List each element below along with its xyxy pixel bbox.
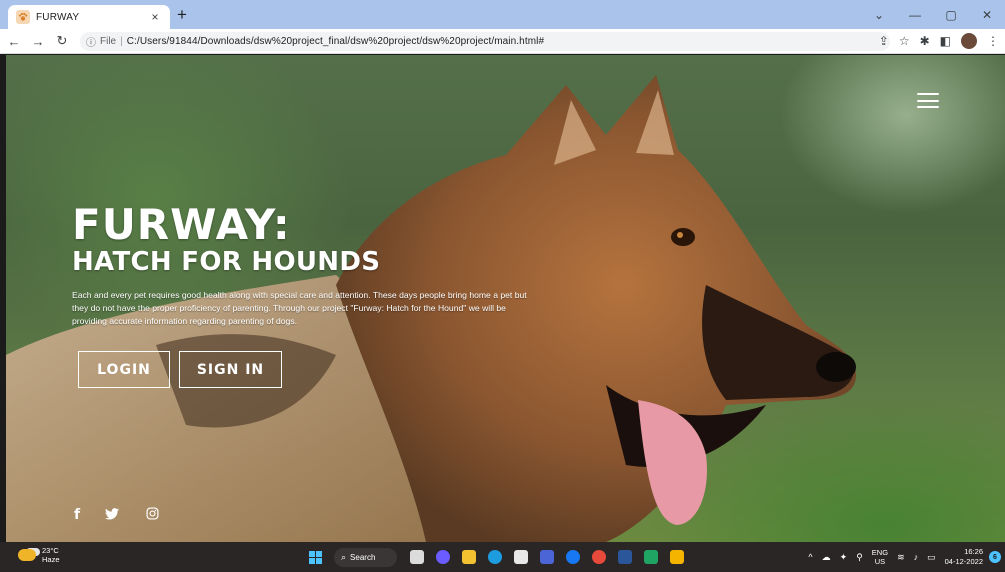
windows-taskbar: 23°C Haze ⌕ Search ^ ☁ ✦ ⚲ ENG US ≋ ♪ ▭ …: [0, 542, 1005, 572]
wifi-icon[interactable]: ≋: [897, 552, 905, 563]
taskbar-search-label: Search: [350, 553, 376, 562]
close-window-icon[interactable]: ✕: [969, 8, 1005, 22]
window-controls: ⌄ — ▢ ✕: [861, 0, 1005, 29]
profile-avatar[interactable]: [961, 33, 977, 49]
browser-menu-icon[interactable]: ⋮: [987, 34, 999, 48]
battery-icon[interactable]: ▭: [927, 552, 936, 563]
twitter-icon[interactable]: [105, 507, 119, 523]
toolbar-actions: ⇪ ☆ ✱ ◧ ⋮: [879, 33, 999, 49]
weather-sun-cloud-icon: [18, 549, 36, 561]
weather-condition: Haze: [42, 555, 60, 564]
page-title: FURWAY:: [72, 200, 291, 249]
paw-favicon-icon: [16, 10, 30, 24]
sheets-icon[interactable]: [644, 550, 658, 564]
address-separator: |: [120, 36, 123, 47]
windows-start-icon[interactable]: [309, 551, 322, 564]
word-icon[interactable]: [618, 550, 632, 564]
browser-tab[interactable]: FURWAY ×: [8, 5, 170, 29]
info-icon[interactable]: ⓘ: [86, 34, 96, 49]
chrome-icon[interactable]: [592, 550, 606, 564]
extensions-puzzle-icon[interactable]: ✱: [920, 34, 930, 48]
language-indicator[interactable]: ENG US: [872, 548, 888, 566]
login-button[interactable]: LOGIN: [78, 351, 170, 388]
edge-icon[interactable]: [488, 550, 502, 564]
page-viewport: FURWAY: HATCH FOR HOUNDS Each and every …: [6, 55, 1005, 542]
chat-icon[interactable]: [436, 550, 450, 564]
volume-icon[interactable]: ♪: [914, 552, 919, 562]
photos-icon[interactable]: [540, 550, 554, 564]
taskbar-search[interactable]: ⌕ Search: [334, 548, 397, 567]
cloud-icon[interactable]: ☁: [822, 552, 831, 563]
store-icon[interactable]: [514, 550, 528, 564]
sign-in-button[interactable]: SIGN IN: [179, 351, 282, 388]
new-tab-button[interactable]: +: [177, 6, 187, 23]
tab-search-chevron-icon[interactable]: ⌄: [861, 8, 897, 22]
hero-description: Each and every pet requires good health …: [72, 290, 527, 326]
weather-temp: 23°C: [42, 546, 59, 555]
maximize-icon[interactable]: ▢: [933, 8, 969, 22]
search-icon: ⌕: [341, 552, 347, 562]
tab-title: FURWAY: [36, 11, 80, 23]
minimize-icon[interactable]: —: [897, 8, 933, 22]
file-scheme-label: File: [100, 36, 117, 47]
task-view-icon[interactable]: [410, 550, 424, 564]
clock-date: 04-12-2022: [944, 557, 983, 566]
weather-widget[interactable]: 23°C Haze: [18, 546, 60, 564]
system-tray: ^ ☁ ✦ ⚲ ENG US ≋ ♪ ▭ 16:26 04-12-2022 6: [808, 542, 1005, 572]
facebook-icon[interactable]: f: [74, 507, 80, 523]
back-arrow-icon[interactable]: ←: [4, 34, 24, 49]
hero-section: FURWAY: HATCH FOR HOUNDS Each and every …: [72, 203, 542, 328]
show-hidden-icons-chevron-icon[interactable]: ^: [808, 552, 812, 562]
close-tab-icon[interactable]: ×: [148, 10, 162, 24]
address-bar[interactable]: ⓘ File | C:/Users/91844/Downloads/dsw%20…: [80, 32, 890, 51]
browser-toolbar: ← → ↻ ⓘ File | C:/Users/91844/Downloads/…: [0, 29, 1005, 54]
file-explorer-icon[interactable]: [462, 550, 476, 564]
bookmark-star-icon[interactable]: ☆: [899, 34, 910, 48]
page-subtitle: HATCH FOR HOUNDS: [72, 247, 381, 277]
reload-icon[interactable]: ↻: [52, 33, 72, 49]
hamburger-menu-icon[interactable]: [917, 93, 939, 108]
dropbox-icon[interactable]: ✦: [840, 552, 848, 563]
instagram-icon[interactable]: [146, 507, 159, 523]
powerbi-icon[interactable]: [670, 550, 684, 564]
notification-badge[interactable]: 6: [989, 551, 1001, 563]
taskbar-clock[interactable]: 16:26 04-12-2022: [945, 547, 983, 567]
address-url[interactable]: C:/Users/91844/Downloads/dsw%20project_f…: [127, 36, 544, 47]
clock-time: 16:26: [964, 547, 983, 556]
share-icon[interactable]: ⇪: [879, 34, 889, 48]
forward-arrow-icon[interactable]: →: [28, 34, 48, 49]
browser-tab-bar: FURWAY × + ⌄ — ▢ ✕: [0, 0, 1005, 29]
side-panel-icon[interactable]: ◧: [940, 34, 951, 48]
microphone-icon[interactable]: ⚲: [856, 552, 863, 563]
facebook-app-icon[interactable]: [566, 550, 580, 564]
